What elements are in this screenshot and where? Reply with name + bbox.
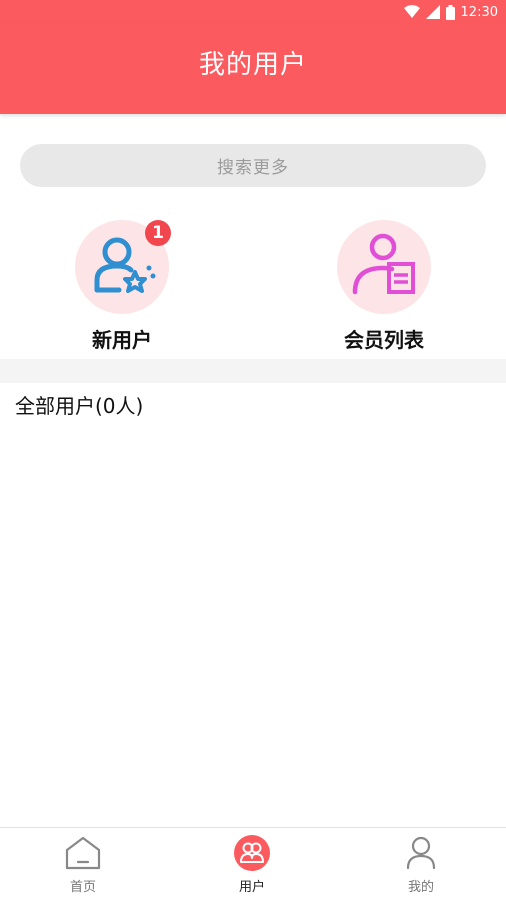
- tab-home[interactable]: 首页: [23, 834, 143, 895]
- new-users-label: 新用户: [92, 328, 152, 352]
- status-icons: 12:30: [403, 3, 498, 21]
- tab-home-label: 首页: [69, 880, 96, 895]
- battery-icon: [445, 4, 455, 20]
- member-list-circle: [337, 220, 431, 314]
- new-users-circle: 1: [75, 220, 171, 314]
- tab-profile[interactable]: 我的: [361, 834, 481, 895]
- app-header: 我的用户: [0, 24, 506, 114]
- tab-profile-label: 我的: [407, 880, 434, 895]
- new-users-shortcut[interactable]: 1 新用户: [42, 220, 202, 353]
- all-users-title: 全部用户(0人): [15, 394, 144, 418]
- search-placeholder: 搜索更多: [217, 158, 289, 178]
- signal-icon: [425, 5, 440, 19]
- profile-icon: [402, 834, 440, 872]
- wifi-icon: [403, 5, 420, 18]
- status-time: 12:30: [460, 4, 498, 20]
- member-list-shortcut[interactable]: 会员列表: [304, 220, 464, 353]
- section-divider: [0, 359, 506, 383]
- page-title: 我的用户: [198, 50, 307, 80]
- member-list-label: 会员列表: [344, 328, 424, 352]
- tab-users[interactable]: 用户: [192, 834, 312, 895]
- tab-users-label: 用户: [238, 880, 265, 895]
- search-bar[interactable]: 搜索更多: [20, 144, 486, 187]
- status-bar: 12:30: [0, 0, 506, 24]
- new-users-badge: 1: [145, 220, 171, 246]
- users-icon: [233, 834, 271, 872]
- bottom-tab-bar: 首页 用户 我的: [0, 827, 506, 901]
- home-icon: [64, 834, 102, 872]
- member-list-icon: [352, 233, 415, 295]
